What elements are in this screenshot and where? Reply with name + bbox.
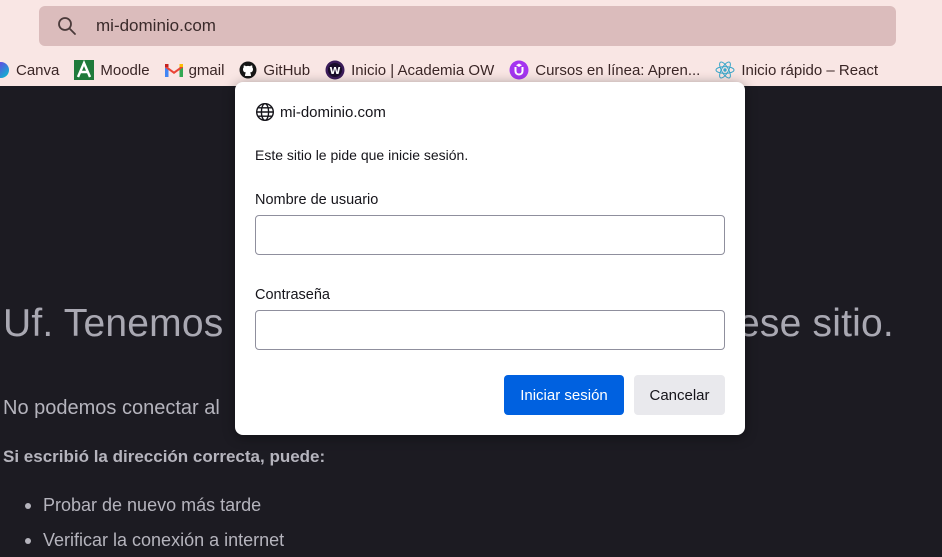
bookmark-github[interactable]: GitHub xyxy=(239,61,310,79)
moodle-icon xyxy=(74,60,95,80)
cursos-icon xyxy=(509,60,529,80)
globe-icon xyxy=(255,102,275,122)
search-icon xyxy=(57,16,77,36)
username-label: Nombre de usuario xyxy=(255,192,379,208)
gmail-icon xyxy=(164,61,183,79)
dialog-message: Este sitio le pide que inicie sesión. xyxy=(255,147,469,163)
error-title-continued: ese sitio. xyxy=(738,302,894,345)
error-title: Uf. Tenemos xyxy=(3,302,224,345)
error-suggestion-heading: Si escribió la dirección correcta, puede… xyxy=(3,447,326,466)
cancel-button[interactable]: Cancelar xyxy=(634,375,725,415)
sign-in-button[interactable]: Iniciar sesión xyxy=(504,375,624,415)
bookmark-cursos[interactable]: Cursos en línea: Apren... xyxy=(509,60,700,80)
bookmark-label: Inicio | Academia OW xyxy=(351,61,495,79)
bookmark-label: GitHub xyxy=(263,61,311,79)
error-subtitle: No podemos conectar al xyxy=(3,397,220,419)
auth-dialog: mi-dominio.com Este sitio le pide que in… xyxy=(235,82,745,435)
github-icon xyxy=(239,61,257,79)
react-icon xyxy=(715,60,735,80)
bookmark-canva[interactable]: Canva xyxy=(0,61,59,79)
url-text[interactable]: mi-dominio.com xyxy=(96,16,216,36)
bookmark-label: Canva xyxy=(16,61,60,79)
bookmarks-bar: Canva Moodle gmail GitHub W Inicio | Aca… xyxy=(0,56,942,84)
browser-toolbar: mi-dominio.com Canva Moodle gmail GitHub xyxy=(0,0,942,86)
dialog-site: mi-dominio.com xyxy=(280,103,386,121)
password-field[interactable] xyxy=(255,310,725,350)
username-field[interactable] xyxy=(255,215,725,255)
bookmark-react[interactable]: Inicio rápido – React xyxy=(715,60,878,80)
list-item: Probar de nuevo más tarde xyxy=(22,488,284,523)
bookmark-label: Moodle xyxy=(100,61,150,79)
list-item: Verificar la conexión a internet xyxy=(22,523,284,557)
url-bar[interactable]: mi-dominio.com xyxy=(39,6,896,46)
bookmark-label: Inicio rápido – React xyxy=(741,61,879,79)
suggestion-list: Probar de nuevo más tarde Verificar la c… xyxy=(22,488,284,557)
academia-ow-icon: W xyxy=(325,60,345,80)
bookmark-academia-ow[interactable]: W Inicio | Academia OW xyxy=(325,60,494,80)
bookmark-label: gmail xyxy=(188,61,225,79)
password-label: Contraseña xyxy=(255,287,330,303)
bookmark-moodle[interactable]: Moodle xyxy=(74,60,150,80)
canva-icon xyxy=(0,61,10,79)
dialog-header: mi-dominio.com xyxy=(255,102,386,122)
bookmark-label: Cursos en línea: Apren... xyxy=(535,61,701,79)
bookmark-gmail[interactable]: gmail xyxy=(164,61,225,79)
svg-text:W: W xyxy=(330,66,341,77)
